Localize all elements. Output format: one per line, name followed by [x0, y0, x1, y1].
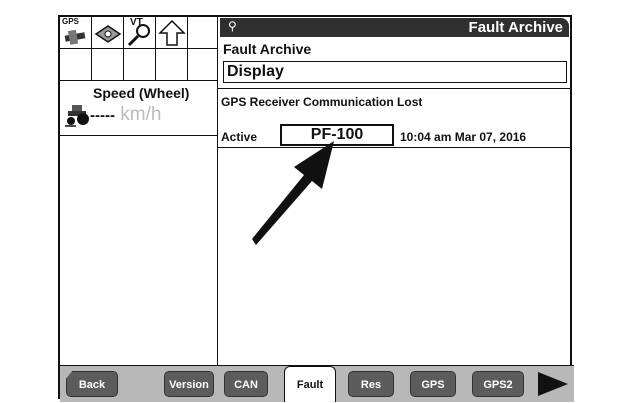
- pointer-arrow-icon: [252, 141, 334, 245]
- res-button[interactable]: Res: [348, 371, 394, 397]
- speed-unit: km/h: [120, 104, 162, 125]
- section-label: Fault Archive: [223, 41, 312, 57]
- tractor-icon: [65, 105, 89, 127]
- icon-grid: GPS VT: [60, 17, 218, 81]
- speed-dashes: -----: [90, 107, 115, 124]
- empty-icon-slot: [92, 49, 124, 81]
- book-icon[interactable]: [92, 17, 124, 49]
- speed-title: Speed (Wheel): [93, 85, 190, 101]
- display-dropdown[interactable]: Display: [223, 61, 567, 83]
- can-button[interactable]: CAN: [224, 371, 268, 397]
- empty-icon-slot: [156, 49, 188, 81]
- empty-icon-slot: [124, 49, 156, 81]
- fault-tab-button[interactable]: Fault: [284, 366, 336, 402]
- gps-receiver-icon[interactable]: GPS: [60, 17, 92, 49]
- bottom-button-bar: Back Version CAN Fault Res GPS GPS2: [60, 365, 574, 402]
- fault-timestamp: 10:04 am Mar 07, 2016: [400, 130, 527, 144]
- gps-button[interactable]: GPS: [410, 371, 456, 397]
- empty-icon-slot: [60, 49, 92, 81]
- left-panel: GPS VT Speed (Wheel) ----- km/h: [60, 17, 218, 365]
- version-button[interactable]: Version: [164, 371, 214, 397]
- next-page-button[interactable]: [536, 371, 570, 397]
- main-panel: ⚲ Fault Archive Fault Archive Display GP…: [218, 17, 572, 365]
- empty-icon-slot: [188, 17, 218, 49]
- empty-icon-slot: [188, 49, 218, 81]
- display-frame: GPS VT Speed (Wheel) ----- km/h ⚲ Fault …: [58, 15, 574, 402]
- speed-value: ----- km/h: [90, 104, 161, 126]
- up-arrow-icon[interactable]: [156, 17, 188, 49]
- speed-widget[interactable]: Speed (Wheel) ----- km/h: [60, 81, 218, 136]
- back-button[interactable]: Back: [66, 371, 118, 397]
- fault-message: GPS Receiver Communication Lost: [221, 95, 423, 109]
- title-bar: ⚲ Fault Archive: [220, 18, 569, 37]
- magnifier-icon: ⚲: [228, 19, 237, 33]
- vt-search-icon[interactable]: VT: [124, 17, 156, 49]
- gps2-button[interactable]: GPS2: [472, 371, 524, 397]
- page-title: Fault Archive: [468, 19, 563, 36]
- divider: [218, 88, 572, 89]
